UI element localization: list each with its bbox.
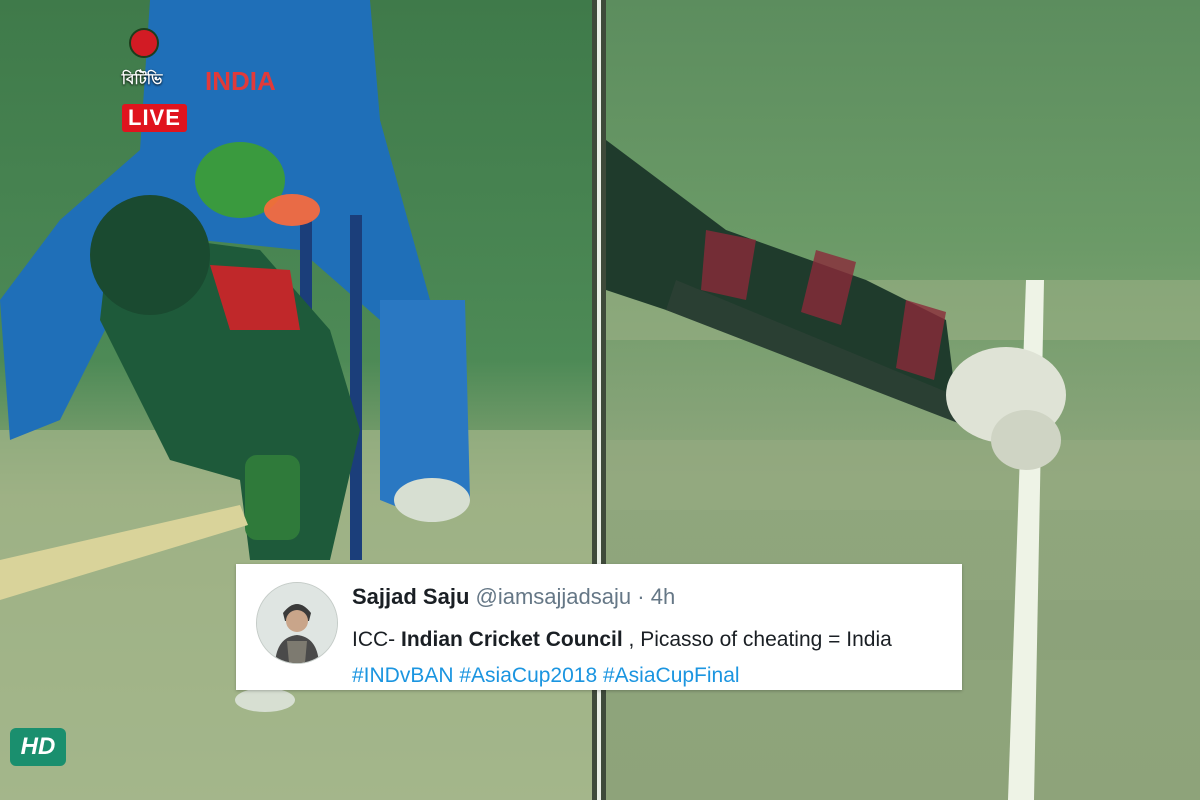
live-badge: LIVE xyxy=(122,104,187,132)
keeper-shoe xyxy=(394,478,470,522)
hashtag-indvban[interactable]: #INDvBAN xyxy=(352,664,454,687)
tweet-display-name[interactable]: Sajjad Saju xyxy=(352,584,469,609)
tweet-text-line-1: ICC- Indian Cricket Council , Picasso of… xyxy=(352,622,952,658)
batsman-glove xyxy=(245,455,300,540)
avatar[interactable] xyxy=(256,582,338,664)
tweet-text-bold: Indian Cricket Council xyxy=(401,628,623,651)
tweet-text: ICC- Indian Cricket Council , Picasso of… xyxy=(352,622,952,694)
jersey-text: INDIA xyxy=(205,66,276,96)
tweet-time[interactable]: 4h xyxy=(651,584,675,609)
batsman-helmet xyxy=(90,195,210,315)
channel-logo-icon xyxy=(129,28,159,58)
avatar-icon xyxy=(257,583,337,663)
stump-2 xyxy=(350,215,362,560)
tweet-handle[interactable]: @iamsajjadsaju xyxy=(476,584,632,609)
tweet-header: Sajjad Saju @iamsajjadsaju · 4h xyxy=(352,584,675,610)
tweet-text-suffix: , Picasso of cheating = India xyxy=(622,628,892,651)
tweet-hashtags: #INDvBAN #AsiaCup2018 #AsiaCupFinal xyxy=(352,658,952,694)
hashtag-asiacup2018[interactable]: #AsiaCup2018 xyxy=(459,664,597,687)
channel-logo-text: বিটিভি xyxy=(121,71,163,88)
bails-light xyxy=(264,194,320,226)
tweet-separator: · xyxy=(637,584,645,609)
tweet-card[interactable]: Sajjad Saju @iamsajjadsaju · 4h ICC- Ind… xyxy=(236,564,962,690)
hashtag-asiacupfinal[interactable]: #AsiaCupFinal xyxy=(603,664,740,687)
hd-badge: HD xyxy=(10,728,66,766)
tweet-text-prefix: ICC- xyxy=(352,628,401,651)
channel-logo: বিটিভি xyxy=(112,28,172,93)
